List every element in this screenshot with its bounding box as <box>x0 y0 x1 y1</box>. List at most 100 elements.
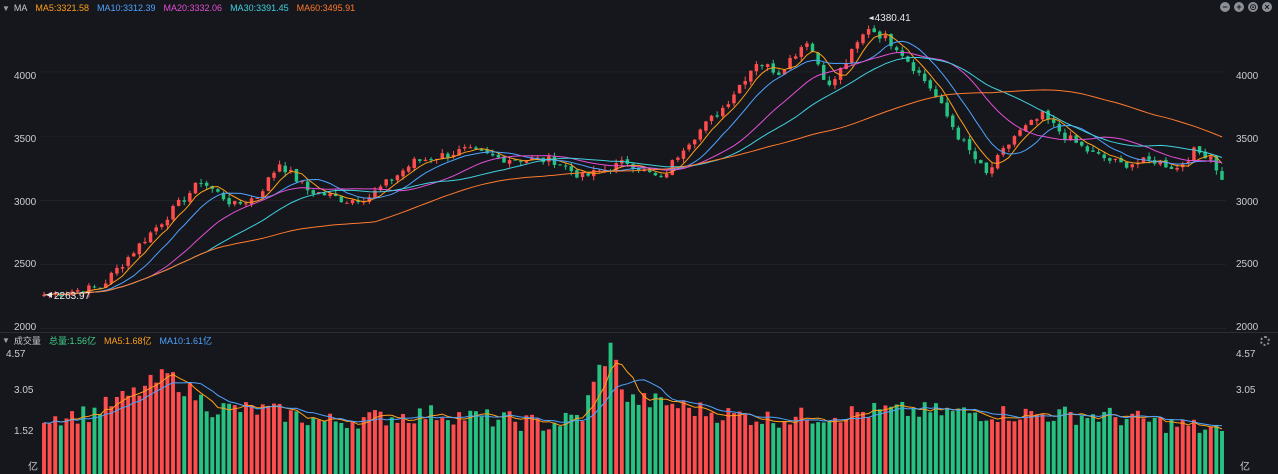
volume-bar <box>98 414 103 474</box>
volume-bar <box>283 421 288 474</box>
volume-bar <box>468 410 473 474</box>
candle-body <box>176 199 181 206</box>
candle-body <box>193 182 198 194</box>
volume-bar <box>1057 409 1062 474</box>
volume-bar <box>171 372 175 474</box>
candle-body <box>165 219 170 226</box>
volume-bar <box>709 412 714 474</box>
volume-bar <box>1197 432 1202 474</box>
candle-body <box>1209 156 1213 160</box>
volume-bar <box>272 403 276 474</box>
volume-bar <box>911 408 916 474</box>
candle-body <box>664 173 669 178</box>
volume-bar <box>344 427 349 474</box>
volume-bar <box>288 410 293 474</box>
candle-body <box>979 160 983 164</box>
candle-body <box>743 80 747 85</box>
volume-bar <box>670 403 675 474</box>
volume-bar <box>1135 410 1140 474</box>
candle-body <box>715 115 719 117</box>
volume-bar <box>266 405 271 474</box>
volume-bar <box>210 417 215 474</box>
price-tick-2500-left: 2500 <box>14 259 37 270</box>
price-tick-2000-right: 2000 <box>1236 322 1259 333</box>
candle-body <box>418 159 422 161</box>
candle-body <box>670 160 675 175</box>
vol-tick-mid-left: 3.05 <box>14 385 34 396</box>
price-tick-2500-right: 2500 <box>1236 259 1259 270</box>
candle-body <box>171 206 175 220</box>
volume-bar <box>1079 415 1084 474</box>
candle-body <box>821 64 826 80</box>
volume-bar <box>215 414 220 474</box>
volume-bar <box>401 413 405 474</box>
candle-body <box>866 29 871 35</box>
volume-bar <box>1012 421 1017 474</box>
candle-body <box>1108 158 1112 161</box>
volume-bar <box>636 404 641 474</box>
candle-body <box>900 50 904 56</box>
candle-body <box>956 127 961 140</box>
volume-bar <box>485 409 490 474</box>
volume-bar <box>1141 418 1146 474</box>
candle-body <box>491 153 495 156</box>
volume-bar <box>328 413 333 474</box>
volume-bar <box>182 396 187 474</box>
volume-bar <box>838 422 843 474</box>
volume-bar <box>827 420 832 474</box>
candle-body <box>143 241 147 244</box>
candle-body <box>850 48 854 64</box>
candle-body <box>294 168 299 182</box>
vol-tick-max-left: 4.57 <box>6 349 26 360</box>
volume-bar <box>378 411 383 474</box>
candle-body <box>1169 166 1174 169</box>
candle-body <box>721 107 725 117</box>
candle-body <box>1080 141 1084 146</box>
volume-bar <box>126 395 131 474</box>
candle-body <box>261 191 265 199</box>
volume-bar <box>1191 419 1196 474</box>
candle-body <box>911 62 916 72</box>
volume-bar <box>518 430 523 474</box>
volume-bar <box>395 422 400 474</box>
volume-bar <box>647 407 652 474</box>
candle-body <box>148 232 153 243</box>
volume-bar <box>294 411 299 474</box>
ma30-line <box>43 57 1223 296</box>
volume-bar <box>1096 421 1101 474</box>
volume-bar <box>440 417 445 474</box>
volume-bar <box>961 407 966 474</box>
candle-body <box>681 150 686 159</box>
volume-bar <box>984 420 989 474</box>
candle-body <box>575 170 579 178</box>
candle-body <box>345 202 349 204</box>
volume-bar <box>1208 426 1213 474</box>
volume-bar <box>361 417 366 474</box>
candle-body <box>934 89 938 97</box>
candle-body <box>726 104 731 107</box>
volume-bar <box>810 423 815 474</box>
candle-body <box>861 34 865 44</box>
candle-body <box>569 166 574 172</box>
volume-bar <box>883 405 888 474</box>
volume-bar <box>1152 417 1157 474</box>
volume-bar <box>1062 406 1067 474</box>
volume-bar <box>535 418 540 474</box>
volume-bar <box>524 415 529 474</box>
low-arrow-icon <box>46 291 52 298</box>
candle-body <box>1102 154 1106 159</box>
candle-body <box>827 80 832 86</box>
volume-bar <box>614 359 619 474</box>
candle-body <box>749 70 753 82</box>
candle-body <box>805 43 809 47</box>
volume-bar <box>546 429 551 474</box>
candle-body <box>917 70 921 73</box>
price-axis: 2000 2500 3000 3500 4000 2000 2500 3000 … <box>14 71 1259 333</box>
volume-bar <box>1180 419 1185 474</box>
candle-body <box>1051 119 1056 123</box>
price-tick-3500-right: 3500 <box>1236 134 1259 145</box>
price-tick-3500-left: 3500 <box>14 134 37 145</box>
candle-body <box>496 154 501 158</box>
candle-body <box>653 172 658 176</box>
volume-bar <box>70 411 75 474</box>
